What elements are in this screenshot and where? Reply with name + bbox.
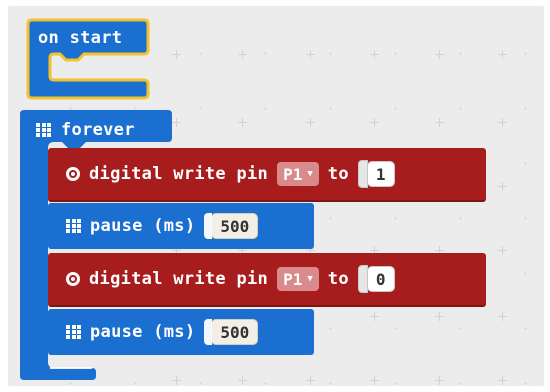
- on-start-block[interactable]: on start: [26, 18, 150, 100]
- pin-target-icon: [66, 272, 80, 286]
- ms-input[interactable]: 500: [211, 319, 259, 345]
- value-slot[interactable]: 0: [357, 265, 395, 293]
- grid-plus-mark: [306, 50, 315, 59]
- pause-block-1[interactable]: pause (ms) 500: [48, 203, 314, 249]
- forever-label: forever: [61, 120, 135, 140]
- value-input[interactable]: 1: [366, 161, 395, 187]
- pause-block-2[interactable]: pause (ms) 500: [48, 309, 314, 355]
- value-slot[interactable]: 1: [357, 160, 395, 188]
- ms-slot[interactable]: 500: [204, 319, 259, 345]
- pin-dropdown-value: P1: [283, 269, 303, 289]
- grid-plus-mark: [498, 312, 507, 321]
- ms-input[interactable]: 500: [211, 213, 259, 239]
- pause-label: pause (ms): [90, 216, 196, 236]
- grid-plus-mark: [498, 246, 507, 255]
- digital-write-block-1[interactable]: digital write pin P1 ▼ to 1: [48, 148, 486, 202]
- grid-plus-mark: [498, 118, 507, 127]
- grid-plus-mark: [498, 182, 507, 191]
- pin-dropdown[interactable]: P1 ▼: [277, 162, 319, 186]
- pin-dropdown[interactable]: P1 ▼: [277, 267, 319, 291]
- grid-plus-mark: [435, 50, 444, 59]
- slot-nub: [204, 319, 213, 345]
- pin-dropdown-value: P1: [283, 164, 303, 184]
- on-start-label: on start: [38, 28, 123, 48]
- digital-write-block-2[interactable]: digital write pin P1 ▼ to 0: [48, 253, 486, 307]
- forever-header: forever: [36, 120, 135, 140]
- slot-nub: [204, 213, 213, 239]
- digital-write-label: digital write pin: [89, 164, 269, 184]
- grid-icon: [66, 325, 81, 339]
- caret-down-icon: ▼: [307, 274, 313, 284]
- grid-plus-mark: [238, 50, 247, 59]
- grid-icon: [66, 219, 81, 233]
- caret-down-icon: ▼: [307, 169, 313, 179]
- pause-label: pause (ms): [90, 322, 196, 342]
- grid-plus-mark: [498, 376, 507, 385]
- ms-slot[interactable]: 500: [204, 213, 259, 239]
- to-label: to: [327, 164, 349, 184]
- grid-icon: [36, 123, 51, 137]
- to-label: to: [327, 269, 349, 289]
- pin-target-icon: [66, 167, 80, 181]
- digital-write-label: digital write pin: [89, 269, 269, 289]
- grid-plus-mark: [172, 50, 181, 59]
- value-input[interactable]: 0: [366, 266, 395, 292]
- grid-plus-mark: [370, 50, 379, 59]
- grid-plus-mark: [498, 50, 507, 59]
